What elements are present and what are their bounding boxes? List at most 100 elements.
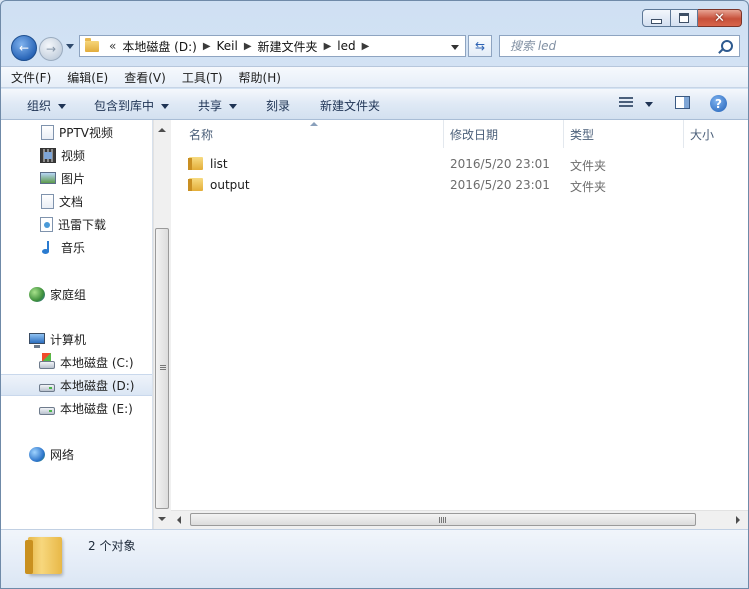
file-list: 名称 修改日期 类型 大小 list 2016/5/20 23:01 文件夹 o… [171,120,748,510]
column-header-modified[interactable]: 修改日期 [450,120,498,148]
folder-icon [188,178,203,191]
chevron-down-icon [58,104,67,109]
sidebar-item-label: 视频 [61,148,86,163]
minimize-button[interactable] [642,9,671,27]
refresh-icon: ⇆ [474,39,486,53]
refresh-button[interactable]: ⇆ [468,35,492,57]
view-options-dropdown[interactable] [645,102,653,107]
breadcrumb-keil[interactable]: Keil [217,39,238,53]
file-row-output[interactable]: output 2016/5/20 23:01 文件夹 [185,175,745,196]
scroll-right-icon[interactable] [736,516,740,524]
drive-icon [39,383,55,392]
file-modified: 2016/5/20 23:01 [450,178,550,192]
column-header-name[interactable]: 名称 [189,120,213,148]
sidebar-item-label: PPTV视频 [59,125,114,140]
column-header-type[interactable]: 类型 [570,120,594,148]
sidebar-item-network[interactable]: 网络 [1,443,152,465]
grip-icon [160,365,166,371]
maximize-button[interactable] [671,9,698,27]
share-button[interactable]: 共享 [198,97,238,114]
include-in-library-button[interactable]: 包含到库中 [94,97,170,114]
sidebar-item-drive-c[interactable]: 本地磁盘 (C:) [1,351,152,373]
forward-arrow-icon: → [45,42,57,56]
network-icon [29,446,45,462]
sidebar-item-pptv[interactable]: PPTV视频 [1,121,152,143]
help-icon[interactable]: ? [710,95,727,112]
system-drive-icon [39,352,55,369]
folder-icon [188,157,203,170]
homegroup-icon [29,286,45,302]
document-icon [41,193,54,209]
scrollbar-thumb[interactable] [190,513,696,526]
menu-help[interactable]: 帮助(H) [239,69,281,86]
folder-icon [85,37,99,52]
sidebar-item-drive-e[interactable]: 本地磁盘 (E:) [1,397,152,419]
sidebar-item-label: 本地磁盘 (E:) [60,401,133,416]
sidebar-item-xunlei-downloads[interactable]: 迅雷下载 [1,213,152,235]
address-bar[interactable]: « 本地磁盘 (D:) ▶ Keil ▶ 新建文件夹 ▶ led ▶ [79,35,466,57]
sidebar-item-videos[interactable]: 视频 [1,144,152,166]
sidebar-item-label: 本地磁盘 (C:) [60,355,134,370]
menu-file[interactable]: 文件(F) [11,69,51,86]
change-view-icon[interactable] [619,97,633,109]
share-label: 共享 [198,99,223,113]
scrollbar-thumb[interactable] [155,228,169,509]
back-arrow-icon: ← [18,41,30,55]
preview-pane-icon[interactable] [675,96,690,109]
recent-pages-dropdown[interactable] [66,44,74,49]
chevron-right-icon[interactable]: ▶ [362,41,370,52]
back-button[interactable]: ← [11,35,37,61]
video-icon [40,147,56,163]
breadcrumb-drive-d[interactable]: 本地磁盘 (D:) [122,38,196,55]
column-header-size[interactable]: 大小 [690,120,714,148]
sidebar-item-drive-d[interactable]: 本地磁盘 (D:) [1,374,152,396]
breadcrumb-new-folder[interactable]: 新建文件夹 [258,38,318,55]
menu-edit[interactable]: 编辑(E) [67,69,108,86]
scroll-down-icon[interactable] [158,517,166,521]
sidebar-item-computer[interactable]: 计算机 [1,328,152,350]
sidebar-item-label: 网络 [50,447,75,462]
scroll-up-icon[interactable] [158,128,166,132]
sidebar-item-documents[interactable]: 文档 [1,190,152,212]
minimize-icon [651,18,662,24]
organize-button[interactable]: 组织 [27,97,67,114]
chevron-right-icon[interactable]: ▶ [324,41,332,52]
search-box [499,35,740,57]
burn-button[interactable]: 刻录 [266,97,290,114]
sidebar-item-label: 本地磁盘 (D:) [60,378,135,393]
sidebar-item-label: 计算机 [50,332,87,347]
explorer-window: ✕ ← → « 本地磁盘 (D:) ▶ Keil ▶ 新建文件夹 ▶ led ▶… [0,0,749,589]
menu-tools[interactable]: 工具(T) [182,69,223,86]
search-input[interactable] [508,38,722,54]
search-icon[interactable] [721,40,733,52]
menu-view[interactable]: 查看(V) [124,69,166,86]
breadcrumb-led[interactable]: led [337,39,355,53]
sort-ascending-icon [310,122,318,126]
drive-icon [39,406,55,415]
sidebar-item-music[interactable]: 音乐 [1,236,152,258]
navigation-pane: PPTV视频 视频 图片 文档 迅雷下载 音乐 家庭组 计算机 本地磁盘 (C:… [1,120,153,529]
sidebar-item-label: 迅雷下载 [58,217,107,232]
file-name: output [210,178,250,192]
close-button[interactable]: ✕ [698,9,742,27]
sidebar-item-pictures[interactable]: 图片 [1,167,152,189]
sidebar-item-homegroup[interactable]: 家庭组 [1,283,152,305]
new-folder-button[interactable]: 新建文件夹 [320,97,380,114]
file-row-list[interactable]: list 2016/5/20 23:01 文件夹 [185,154,745,175]
close-icon: ✕ [714,10,725,26]
navigation-pane-scrollbar[interactable] [153,120,171,529]
chevron-right-icon[interactable]: ▶ [203,41,211,52]
download-icon [40,216,53,232]
forward-button[interactable]: → [39,37,63,61]
file-list-horizontal-scrollbar[interactable] [171,510,748,529]
scroll-left-icon[interactable] [177,516,181,524]
details-pane: 2 个对象 [1,529,748,588]
sidebar-item-label: 图片 [61,171,86,186]
address-history-dropdown[interactable] [451,45,459,50]
menu-bar: 文件(F) 编辑(E) 查看(V) 工具(T) 帮助(H) [1,66,748,88]
navigation-bar: ← → « 本地磁盘 (D:) ▶ Keil ▶ 新建文件夹 ▶ led ▶ ⇆ [1,32,748,62]
file-modified: 2016/5/20 23:01 [450,157,550,171]
command-bar: 组织 包含到库中 共享 刻录 新建文件夹 ? [1,89,748,120]
breadcrumb-overflow[interactable]: « [109,39,116,53]
chevron-right-icon[interactable]: ▶ [244,41,252,52]
